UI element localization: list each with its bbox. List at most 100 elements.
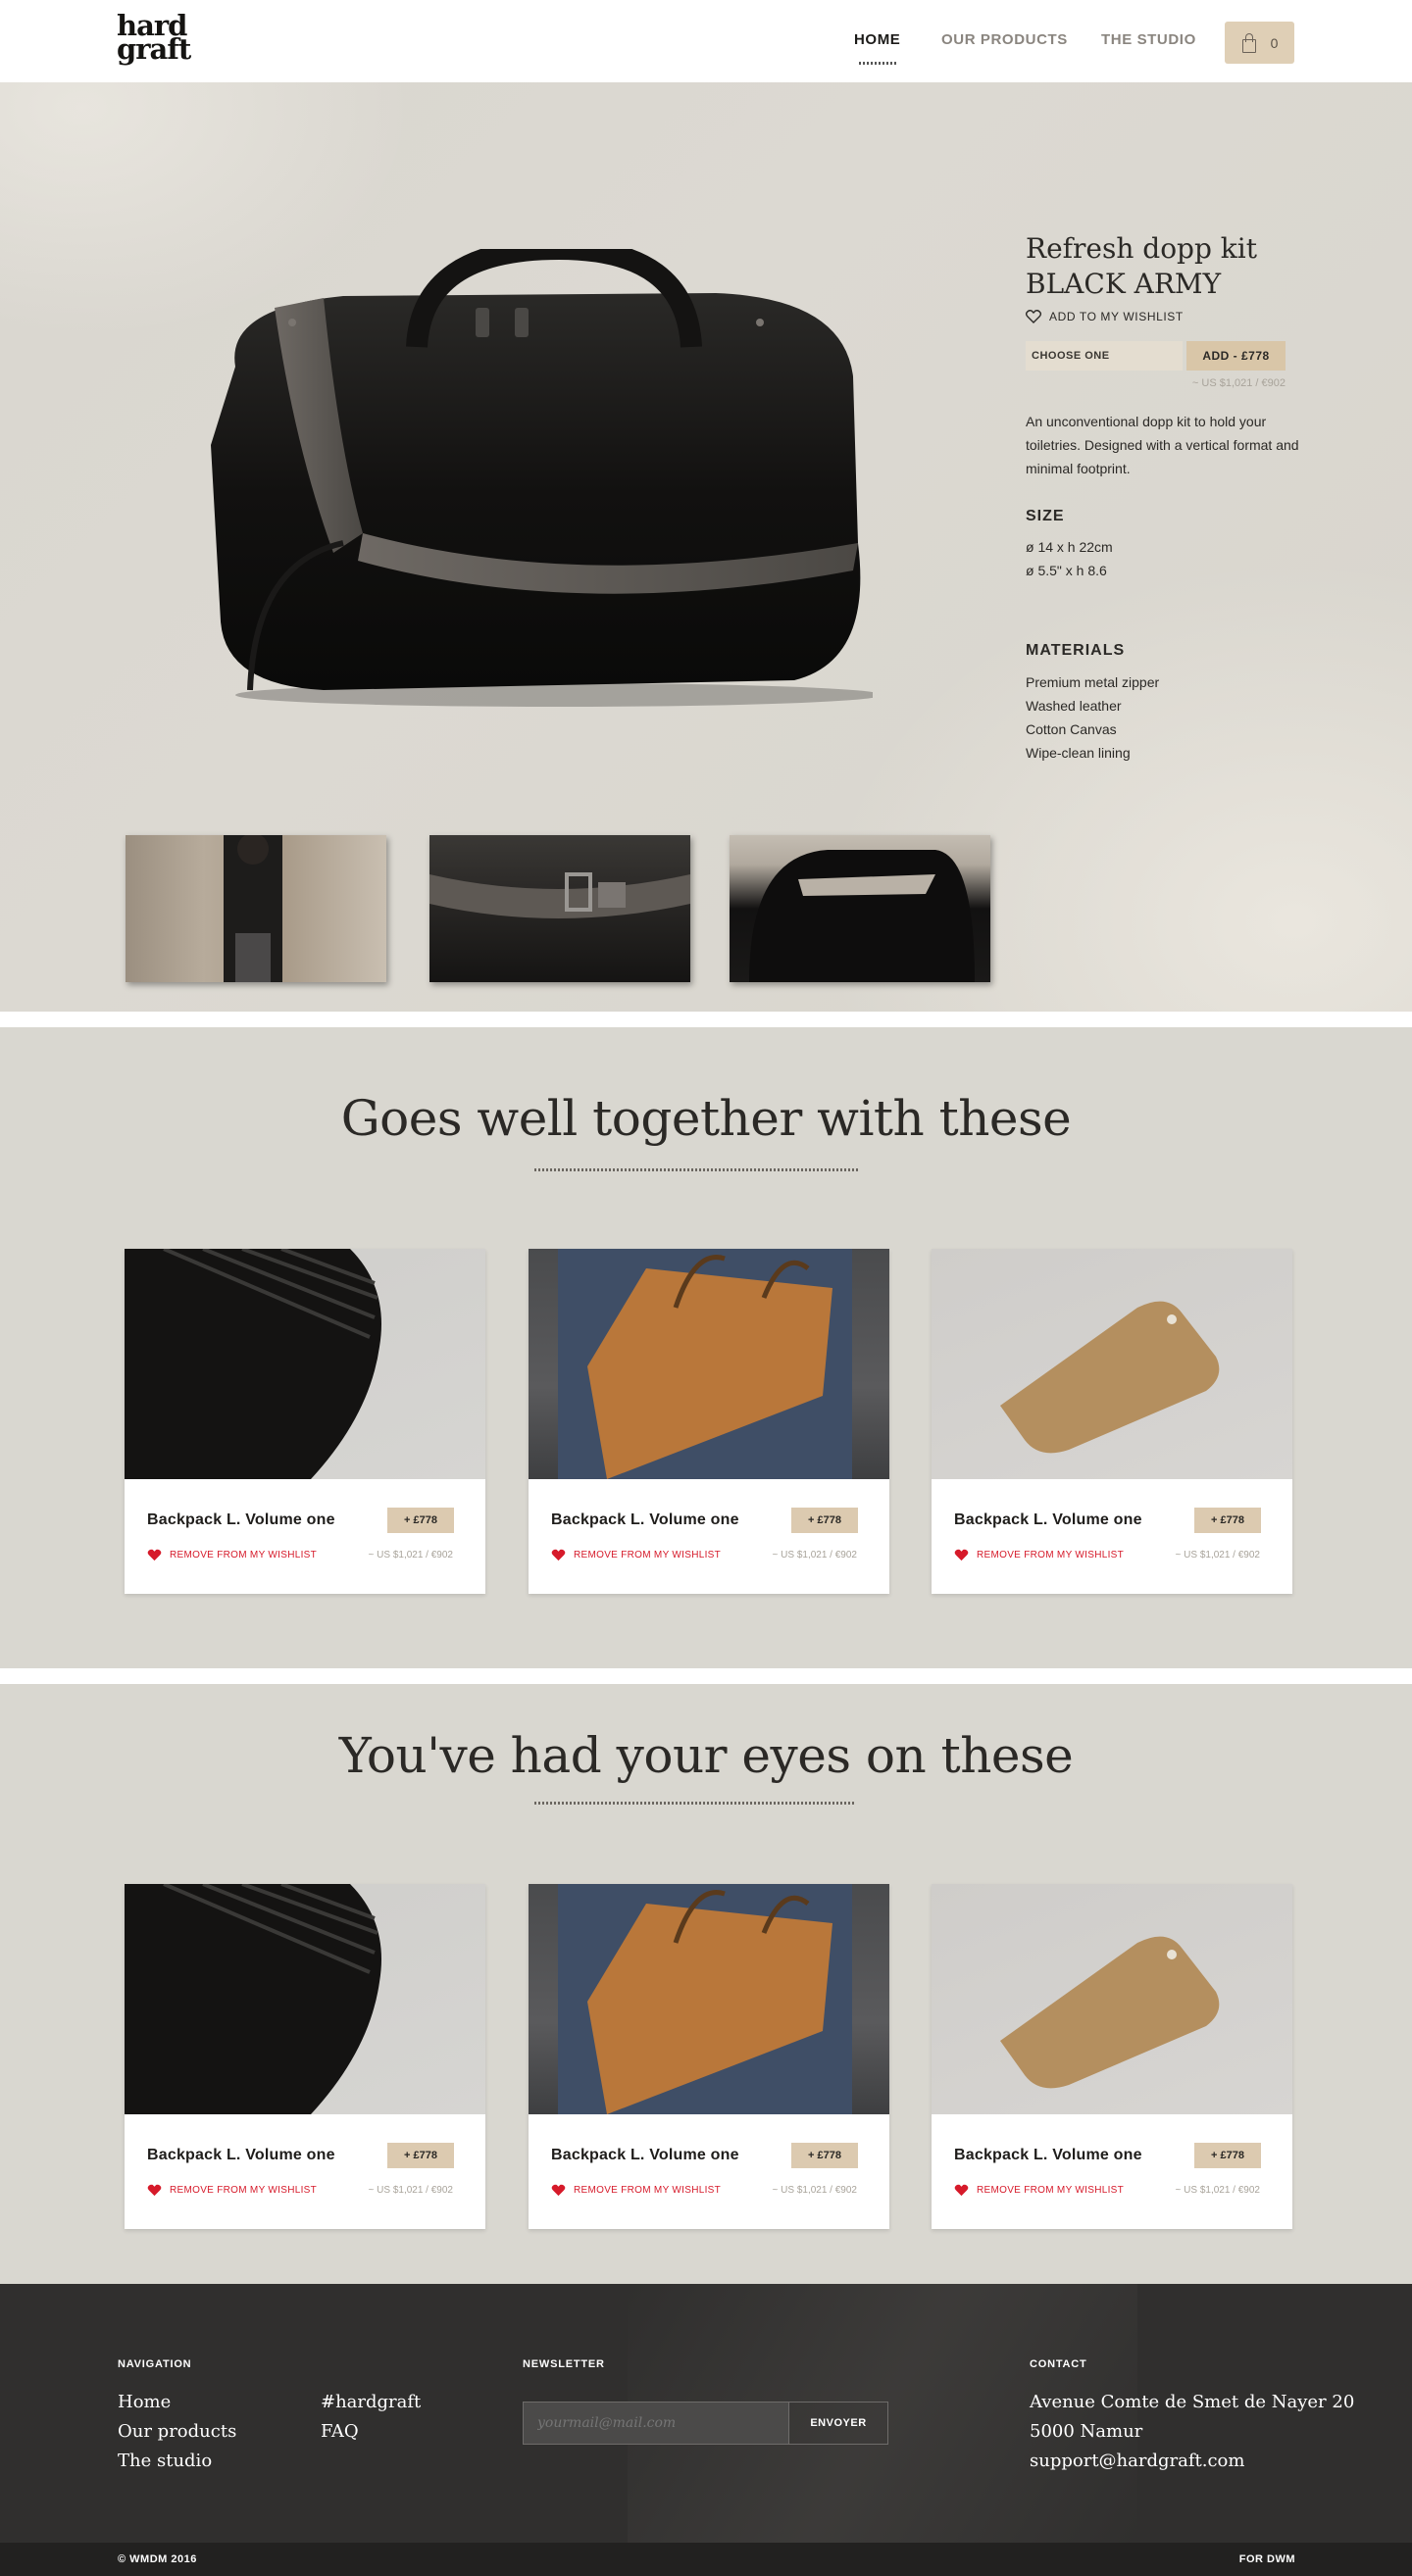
- cart-count: 0: [1270, 34, 1279, 51]
- newsletter-form: ENVOYER: [523, 2402, 888, 2445]
- site-header: hard graft HOME OUR PRODUCTS THE STUDIO …: [0, 0, 1412, 82]
- product-title-line-1: Refresh dopp kit: [1026, 232, 1257, 265]
- footer-link-faq[interactable]: FAQ: [321, 2417, 359, 2447]
- product-card-name[interactable]: Backpack L. Volume one: [551, 1511, 739, 1529]
- product-hero: Refresh dopp kit BLACK ARMY ADD TO MY WI…: [0, 82, 1412, 1012]
- nav-active-indicator: [859, 62, 896, 65]
- copyright-text: © WMDM 2016: [118, 2553, 197, 2565]
- section-divider: [9, 1012, 1412, 1023]
- product-card-image[interactable]: [125, 1884, 485, 2114]
- remove-from-wishlist-link[interactable]: REMOVE FROM MY WISHLIST: [147, 2184, 317, 2197]
- remove-from-wishlist-label: REMOVE FROM MY WISHLIST: [170, 1550, 318, 1560]
- add-to-wishlist-link[interactable]: ADD TO MY WISHLIST: [1026, 310, 1184, 323]
- product-card-alt-price: ~ US $1,021 / €902: [368, 2185, 453, 2196]
- nav-home[interactable]: HOME: [854, 31, 900, 48]
- material-item: Washed leather: [1026, 698, 1122, 714]
- product-card-name[interactable]: Backpack L. Volume one: [551, 2147, 739, 2164]
- heart-outline-icon: [1026, 310, 1041, 323]
- product-card-name[interactable]: Backpack L. Volume one: [147, 2147, 335, 2164]
- heart-filled-icon: [954, 1549, 969, 1561]
- heart-filled-icon: [551, 2184, 566, 2197]
- footer-link-our-products[interactable]: Our products: [118, 2417, 236, 2447]
- product-card-name[interactable]: Backpack L. Volume one: [954, 2147, 1142, 2164]
- section-title-underline: [534, 1168, 858, 1171]
- remove-from-wishlist-link[interactable]: REMOVE FROM MY WISHLIST: [551, 2184, 721, 2197]
- add-to-wishlist-label: ADD TO MY WISHLIST: [1049, 310, 1184, 323]
- remove-from-wishlist-label: REMOVE FROM MY WISHLIST: [977, 2185, 1125, 2196]
- remove-from-wishlist-link[interactable]: REMOVE FROM MY WISHLIST: [551, 1549, 721, 1561]
- credit-link[interactable]: FOR DWM: [1239, 2553, 1295, 2565]
- heart-filled-icon: [954, 2184, 969, 2197]
- product-card-add-button[interactable]: + £778: [387, 1508, 454, 1533]
- product-title-line-2: BLACK ARMY: [1026, 268, 1222, 300]
- material-item: Cotton Canvas: [1026, 721, 1117, 737]
- newsletter-email-input[interactable]: [524, 2403, 788, 2444]
- heart-filled-icon: [147, 2184, 162, 2197]
- heart-filled-icon: [551, 1549, 566, 1561]
- footer-contact-heading: CONTACT: [1030, 2358, 1087, 2370]
- brand-logo[interactable]: hard graft: [117, 12, 191, 66]
- variant-select[interactable]: CHOOSE ONE: [1026, 341, 1183, 371]
- product-card-add-button[interactable]: + £778: [791, 1508, 858, 1533]
- remove-from-wishlist-label: REMOVE FROM MY WISHLIST: [977, 1550, 1125, 1560]
- heart-filled-icon: [147, 1549, 162, 1561]
- footer-link-hardgraft[interactable]: #hardgraft: [321, 2388, 421, 2417]
- product-alt-price: ~ US $1,021 / €902: [1191, 377, 1286, 389]
- site-footer: NAVIGATION Home Our products The studio …: [0, 2284, 1412, 2543]
- product-card-name[interactable]: Backpack L. Volume one: [147, 1511, 335, 1529]
- size-heading: SIZE: [1026, 508, 1065, 524]
- nav-our-products[interactable]: OUR PRODUCTS: [941, 31, 1068, 48]
- footer-link-the-studio[interactable]: The studio: [118, 2447, 212, 2476]
- product-thumbnail-1[interactable]: [126, 835, 386, 982]
- size-list: ø 14 x h 22cm ø 5.5" x h 8.6: [1026, 535, 1113, 582]
- product-card-name[interactable]: Backpack L. Volume one: [954, 1511, 1142, 1529]
- product-card[interactable]: Backpack L. Volume one + £778 REMOVE FRO…: [529, 1884, 889, 2229]
- remove-from-wishlist-label: REMOVE FROM MY WISHLIST: [170, 2185, 318, 2196]
- add-to-cart-button[interactable]: ADD - £778: [1186, 341, 1286, 371]
- product-card-image[interactable]: [529, 1249, 889, 1479]
- contact-email-link[interactable]: support@hardgraft.com: [1030, 2447, 1244, 2476]
- product-card[interactable]: Backpack L. Volume one + £778 REMOVE FRO…: [529, 1249, 889, 1594]
- product-card-alt-price: ~ US $1,021 / €902: [1175, 2185, 1260, 2196]
- remove-from-wishlist-label: REMOVE FROM MY WISHLIST: [574, 2185, 722, 2196]
- remove-from-wishlist-label: REMOVE FROM MY WISHLIST: [574, 1550, 722, 1560]
- materials-list: Premium metal zipper Washed leather Cott…: [1026, 670, 1159, 765]
- product-card[interactable]: Backpack L. Volume one + £778 REMOVE FRO…: [932, 1884, 1292, 2229]
- section-title-underline: [534, 1802, 854, 1805]
- nav-the-studio[interactable]: THE STUDIO: [1101, 31, 1196, 48]
- product-card-image[interactable]: [932, 1249, 1292, 1479]
- product-card-alt-price: ~ US $1,021 / €902: [1175, 1550, 1260, 1560]
- remove-from-wishlist-link[interactable]: REMOVE FROM MY WISHLIST: [954, 1549, 1124, 1561]
- footer-newsletter-heading: NEWSLETTER: [523, 2358, 605, 2370]
- product-thumbnail-3[interactable]: [730, 835, 990, 982]
- related-products-section: Goes well together with these Backpack L…: [0, 1027, 1412, 1668]
- remove-from-wishlist-link[interactable]: REMOVE FROM MY WISHLIST: [954, 2184, 1124, 2197]
- remove-from-wishlist-link[interactable]: REMOVE FROM MY WISHLIST: [147, 1549, 317, 1561]
- product-card-add-button[interactable]: + £778: [791, 2143, 858, 2168]
- footer-link-home[interactable]: Home: [118, 2388, 171, 2417]
- product-card-alt-price: ~ US $1,021 / €902: [368, 1550, 453, 1560]
- section-divider: [9, 1668, 1412, 1684]
- footer-bottom-bar: © WMDM 2016 FOR DWM: [0, 2543, 1412, 2576]
- product-main-image[interactable]: [167, 249, 873, 710]
- size-item: ø 14 x h 22cm: [1026, 539, 1113, 555]
- product-card-add-button[interactable]: + £778: [1194, 1508, 1261, 1533]
- product-card-alt-price: ~ US $1,021 / €902: [772, 1550, 857, 1560]
- material-item: Premium metal zipper: [1026, 674, 1160, 690]
- product-card[interactable]: Backpack L. Volume one + £778 REMOVE FRO…: [125, 1884, 485, 2229]
- product-card-image[interactable]: [529, 1884, 889, 2114]
- cart-button[interactable]: 0: [1225, 22, 1294, 64]
- contact-city: 5000 Namur: [1030, 2421, 1143, 2442]
- product-card[interactable]: Backpack L. Volume one + £778 REMOVE FRO…: [125, 1249, 485, 1594]
- product-card-add-button[interactable]: + £778: [1194, 2143, 1261, 2168]
- wishlist-products-section: You've had your eyes on these Backpack L…: [0, 1684, 1412, 2284]
- product-card-image[interactable]: [125, 1249, 485, 1479]
- newsletter-submit-button[interactable]: ENVOYER: [788, 2403, 887, 2444]
- logo-line-2: graft: [117, 32, 191, 66]
- product-description: An unconventional dopp kit to hold your …: [1026, 414, 1299, 476]
- materials-heading: MATERIALS: [1026, 642, 1126, 659]
- product-thumbnail-2[interactable]: [429, 835, 690, 982]
- product-card[interactable]: Backpack L. Volume one + £778 REMOVE FRO…: [932, 1249, 1292, 1594]
- product-card-add-button[interactable]: + £778: [387, 2143, 454, 2168]
- product-card-image[interactable]: [932, 1884, 1292, 2114]
